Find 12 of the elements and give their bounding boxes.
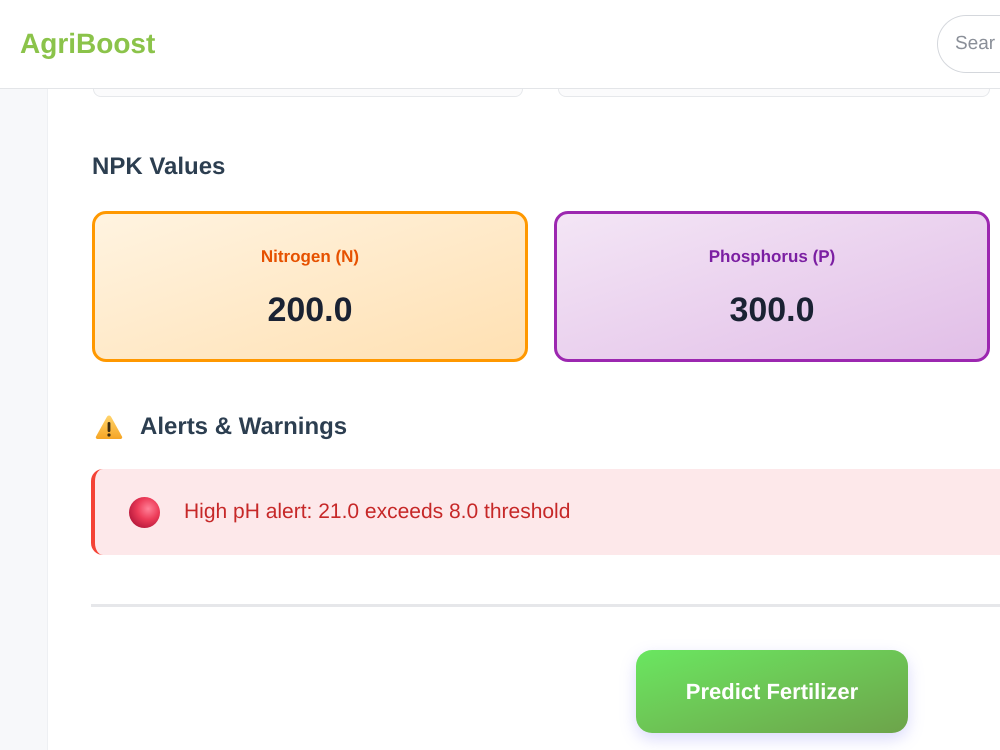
section-title: Alerts & Warnings: [140, 412, 348, 442]
predict-button[interactable]: Predict Fertilizer: [636, 650, 908, 733]
warning-icon: [95, 414, 123, 440]
nutrient-value: 300.0: [729, 290, 815, 330]
alert-dot-icon: [129, 496, 160, 528]
search-field[interactable]: Sear: [937, 15, 1000, 73]
section-title: NPK Values: [92, 152, 226, 182]
logo[interactable]: AgriBoost: [20, 30, 156, 58]
alert-message: High pH alert: 21.0 exceeds 8.0 threshold: [184, 499, 570, 526]
nutrient-label: Phosphorus (P): [708, 246, 836, 268]
nutrient-value: 200.0: [267, 290, 353, 330]
nutrient-label: Nitrogen (N): [260, 246, 360, 268]
